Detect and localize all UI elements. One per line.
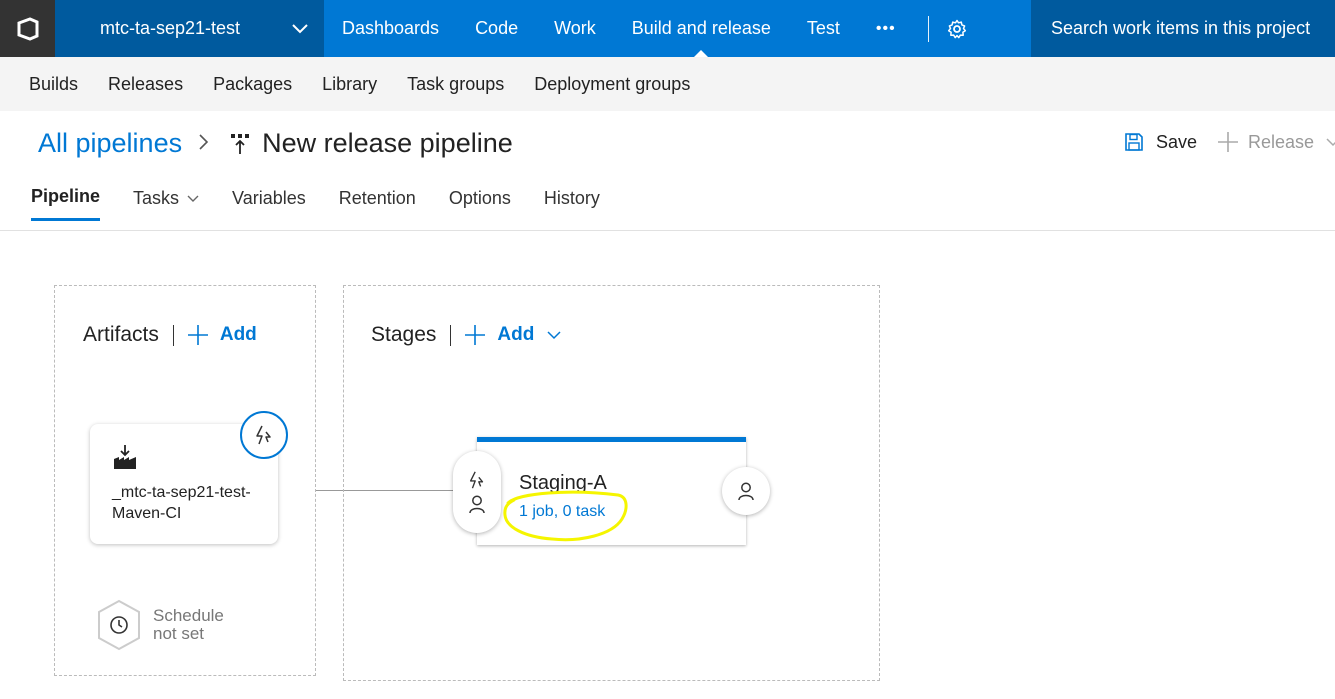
release-label: Release — [1248, 131, 1315, 152]
nav-work[interactable]: Work — [536, 0, 614, 57]
stages-heading: Stages — [371, 323, 437, 346]
post-deployment-conditions[interactable] — [722, 467, 770, 515]
clock-icon — [94, 598, 144, 652]
azure-devops-logo-icon[interactable] — [0, 0, 55, 57]
tab-tasks[interactable]: Tasks — [133, 186, 199, 221]
nav-test[interactable]: Test — [789, 0, 858, 57]
plus-icon — [464, 324, 486, 346]
tab-pipeline[interactable]: Pipeline — [31, 186, 101, 221]
subnav-releases[interactable]: Releases — [93, 74, 198, 95]
breadcrumb: All pipelines New release pipeline — [38, 128, 513, 159]
schedule-line-1: Schedule — [153, 606, 224, 625]
project-selector[interactable]: mtc-ta-sep21-test — [55, 0, 324, 57]
tab-history[interactable]: History — [544, 186, 600, 221]
chevron-down-icon — [290, 18, 310, 43]
save-label: Save — [1156, 131, 1198, 152]
artifacts-header: Artifacts Add — [83, 323, 257, 347]
release-pipeline-icon — [230, 132, 250, 156]
tab-variables[interactable]: Variables — [232, 186, 306, 221]
chevron-down-icon — [187, 192, 199, 204]
stage-card[interactable]: Staging-A 1 job, 0 task — [477, 437, 746, 545]
tab-tasks-label: Tasks — [133, 187, 180, 208]
build-artifact-icon — [112, 444, 138, 470]
subnav-library[interactable]: Library — [307, 74, 392, 95]
hub-navigation: Builds Releases Packages Library Task gr… — [0, 57, 1335, 111]
schedule-line-2: not set — [153, 624, 205, 643]
artifacts-heading: Artifacts — [83, 323, 159, 346]
page-title: New release pipeline — [262, 128, 513, 158]
person-icon — [467, 494, 487, 514]
save-icon — [1124, 132, 1144, 152]
save-button[interactable]: Save — [1124, 132, 1197, 153]
pipeline-tabs: Pipeline Tasks Variables Retention Optio… — [31, 186, 633, 221]
search-work-items-input[interactable]: Search work items in this project — [1031, 0, 1335, 57]
subnav-deployment-groups[interactable]: Deployment groups — [519, 74, 705, 95]
stage-name: Staging-A — [519, 472, 607, 494]
gear-icon[interactable] — [947, 19, 967, 39]
header-divider — [172, 324, 174, 346]
tab-retention[interactable]: Retention — [339, 186, 416, 221]
subnav-builds[interactable]: Builds — [14, 74, 93, 95]
plus-icon — [187, 324, 209, 346]
plus-icon — [1217, 131, 1239, 153]
add-artifact-label: Add — [219, 324, 257, 345]
header-actions: Save Release — [1124, 131, 1335, 153]
more-options-button[interactable]: ••• — [858, 0, 914, 57]
chevron-right-icon — [198, 128, 210, 159]
person-icon — [736, 481, 756, 501]
stage-jobs-link[interactable]: 1 job, 0 task — [519, 503, 605, 521]
subnav-task-groups[interactable]: Task groups — [392, 74, 519, 95]
subnav-packages[interactable]: Packages — [198, 74, 307, 95]
artifact-name: _mtc-ta-sep21-test-Maven-CI — [112, 484, 251, 522]
schedule-trigger[interactable]: Schedule not set — [94, 598, 243, 652]
lightning-icon — [467, 470, 487, 490]
top-navigation-bar: mtc-ta-sep21-test Dashboards Code Work B… — [0, 0, 1335, 57]
add-stage-button[interactable]: Add — [464, 324, 561, 346]
chevron-down-icon — [547, 328, 561, 342]
add-stage-label: Add — [497, 324, 535, 345]
nav-build-and-release[interactable]: Build and release — [614, 0, 789, 57]
nav-divider — [927, 15, 929, 42]
continuous-deployment-trigger[interactable] — [240, 411, 288, 459]
pre-deployment-conditions[interactable] — [453, 451, 501, 533]
nav-dashboards[interactable]: Dashboards — [324, 0, 457, 57]
project-name: mtc-ta-sep21-test — [100, 18, 241, 38]
lightning-icon — [253, 424, 275, 446]
nav-code[interactable]: Code — [457, 0, 536, 57]
add-artifact-button[interactable]: Add — [187, 324, 257, 346]
header-divider — [450, 324, 452, 346]
chevron-down-icon — [1326, 135, 1335, 149]
release-button[interactable]: Release — [1217, 131, 1335, 153]
tabs-divider — [0, 230, 1335, 231]
stages-header: Stages Add — [371, 323, 561, 347]
schedule-status: Schedule not set — [153, 607, 243, 643]
all-pipelines-link[interactable]: All pipelines — [38, 128, 182, 159]
tab-options[interactable]: Options — [449, 186, 511, 221]
